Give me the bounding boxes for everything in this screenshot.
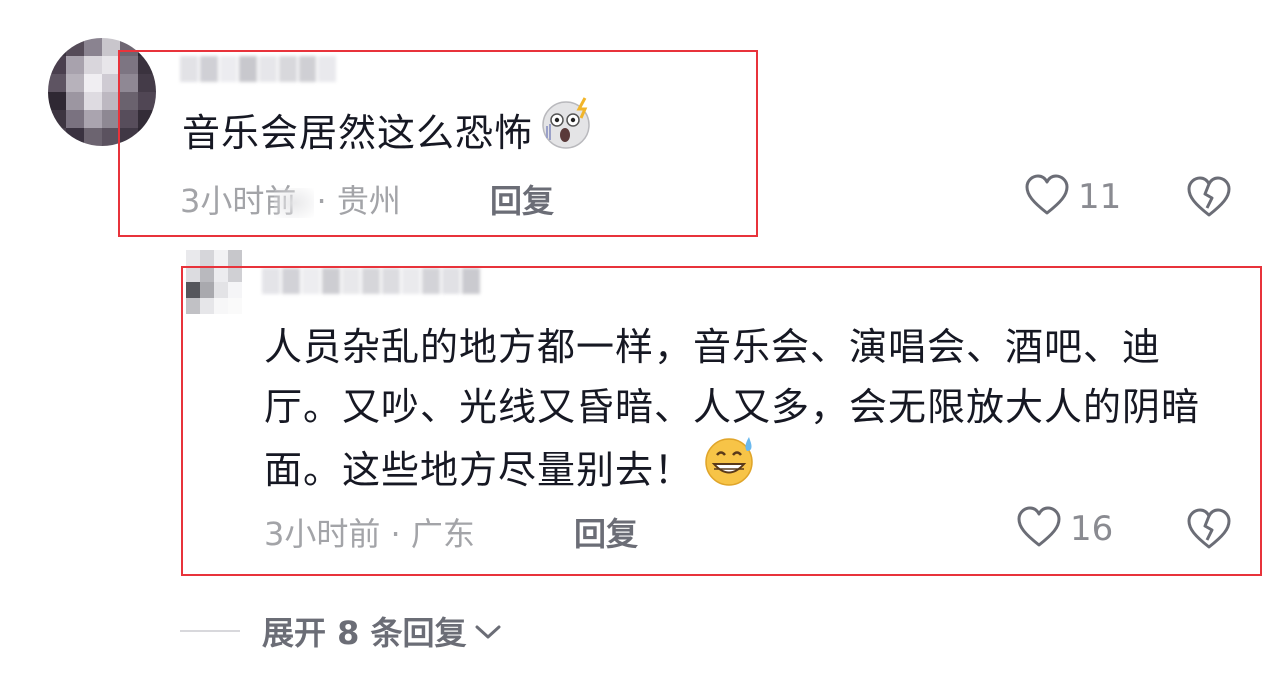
pixel-block bbox=[84, 38, 102, 56]
heart-icon bbox=[1024, 174, 1070, 220]
comment-meta: 3小时前 · 贵州 bbox=[180, 176, 401, 222]
reply-location: 广东 bbox=[410, 515, 475, 553]
expand-replies-label: 展开 8 条回复 bbox=[262, 614, 467, 652]
reply-meta: 3小时前 · 广东 bbox=[264, 509, 475, 555]
pixel-block bbox=[84, 74, 102, 92]
meta-separator: · bbox=[390, 515, 401, 553]
pixel-block bbox=[84, 92, 102, 110]
pixel-block bbox=[66, 56, 84, 74]
reply-button[interactable]: 回复 bbox=[574, 509, 638, 555]
pixel-block bbox=[66, 128, 84, 146]
pixel-block bbox=[66, 110, 84, 128]
pixel-block bbox=[66, 38, 84, 56]
grinning-sweat-icon bbox=[699, 433, 759, 504]
dislike-button[interactable] bbox=[1186, 508, 1232, 554]
pixel-block bbox=[214, 250, 228, 266]
pixel-block bbox=[84, 128, 102, 146]
like-button[interactable]: 16 bbox=[1016, 506, 1113, 552]
comment-location: 贵州 bbox=[336, 182, 401, 220]
pixel-block bbox=[186, 250, 200, 266]
broken-heart-icon bbox=[1186, 176, 1232, 222]
divider bbox=[180, 630, 240, 632]
pixel-block bbox=[66, 92, 84, 110]
like-button[interactable]: 11 bbox=[1024, 174, 1121, 220]
pixel-block bbox=[48, 74, 66, 92]
pixel-block bbox=[48, 92, 66, 110]
pixel-block bbox=[200, 250, 214, 266]
chevron-down-icon bbox=[473, 612, 503, 650]
comment-text: 音乐会居然这么恐怖 bbox=[182, 97, 597, 171]
screaming-face-icon bbox=[539, 96, 597, 167]
like-count: 11 bbox=[1078, 177, 1122, 217]
pixel-block bbox=[84, 56, 102, 74]
pixel-block bbox=[84, 110, 102, 128]
pixel-block bbox=[48, 38, 66, 56]
reply-text: 人员杂乱的地方都一样，音乐会、演唱会、酒吧、迪厅。又吵、光线又昏暗、人又多，会无… bbox=[264, 317, 1234, 508]
pixel-block bbox=[228, 250, 242, 266]
pixel-block bbox=[48, 128, 66, 146]
dislike-button[interactable] bbox=[1186, 176, 1232, 222]
meta-separator: · bbox=[316, 182, 327, 220]
reply-time: 3小时前 bbox=[264, 515, 381, 553]
redaction-smudge bbox=[274, 188, 315, 218]
expand-replies-row: 展开 8 条回复 bbox=[180, 608, 503, 654]
expand-replies-button[interactable]: 展开 8 条回复 bbox=[262, 608, 503, 654]
broken-heart-icon bbox=[1186, 508, 1232, 554]
like-count: 16 bbox=[1070, 509, 1114, 549]
comment-section: 音乐会居然这么恐怖 3小时前 · 贵州 回复 11 人员杂乱的地方都一样，音乐会… bbox=[0, 0, 1284, 686]
pixel-block bbox=[48, 110, 66, 128]
pixel-block bbox=[66, 74, 84, 92]
reply-button[interactable]: 回复 bbox=[490, 176, 554, 222]
heart-icon bbox=[1016, 506, 1062, 552]
pixel-block bbox=[48, 56, 66, 74]
